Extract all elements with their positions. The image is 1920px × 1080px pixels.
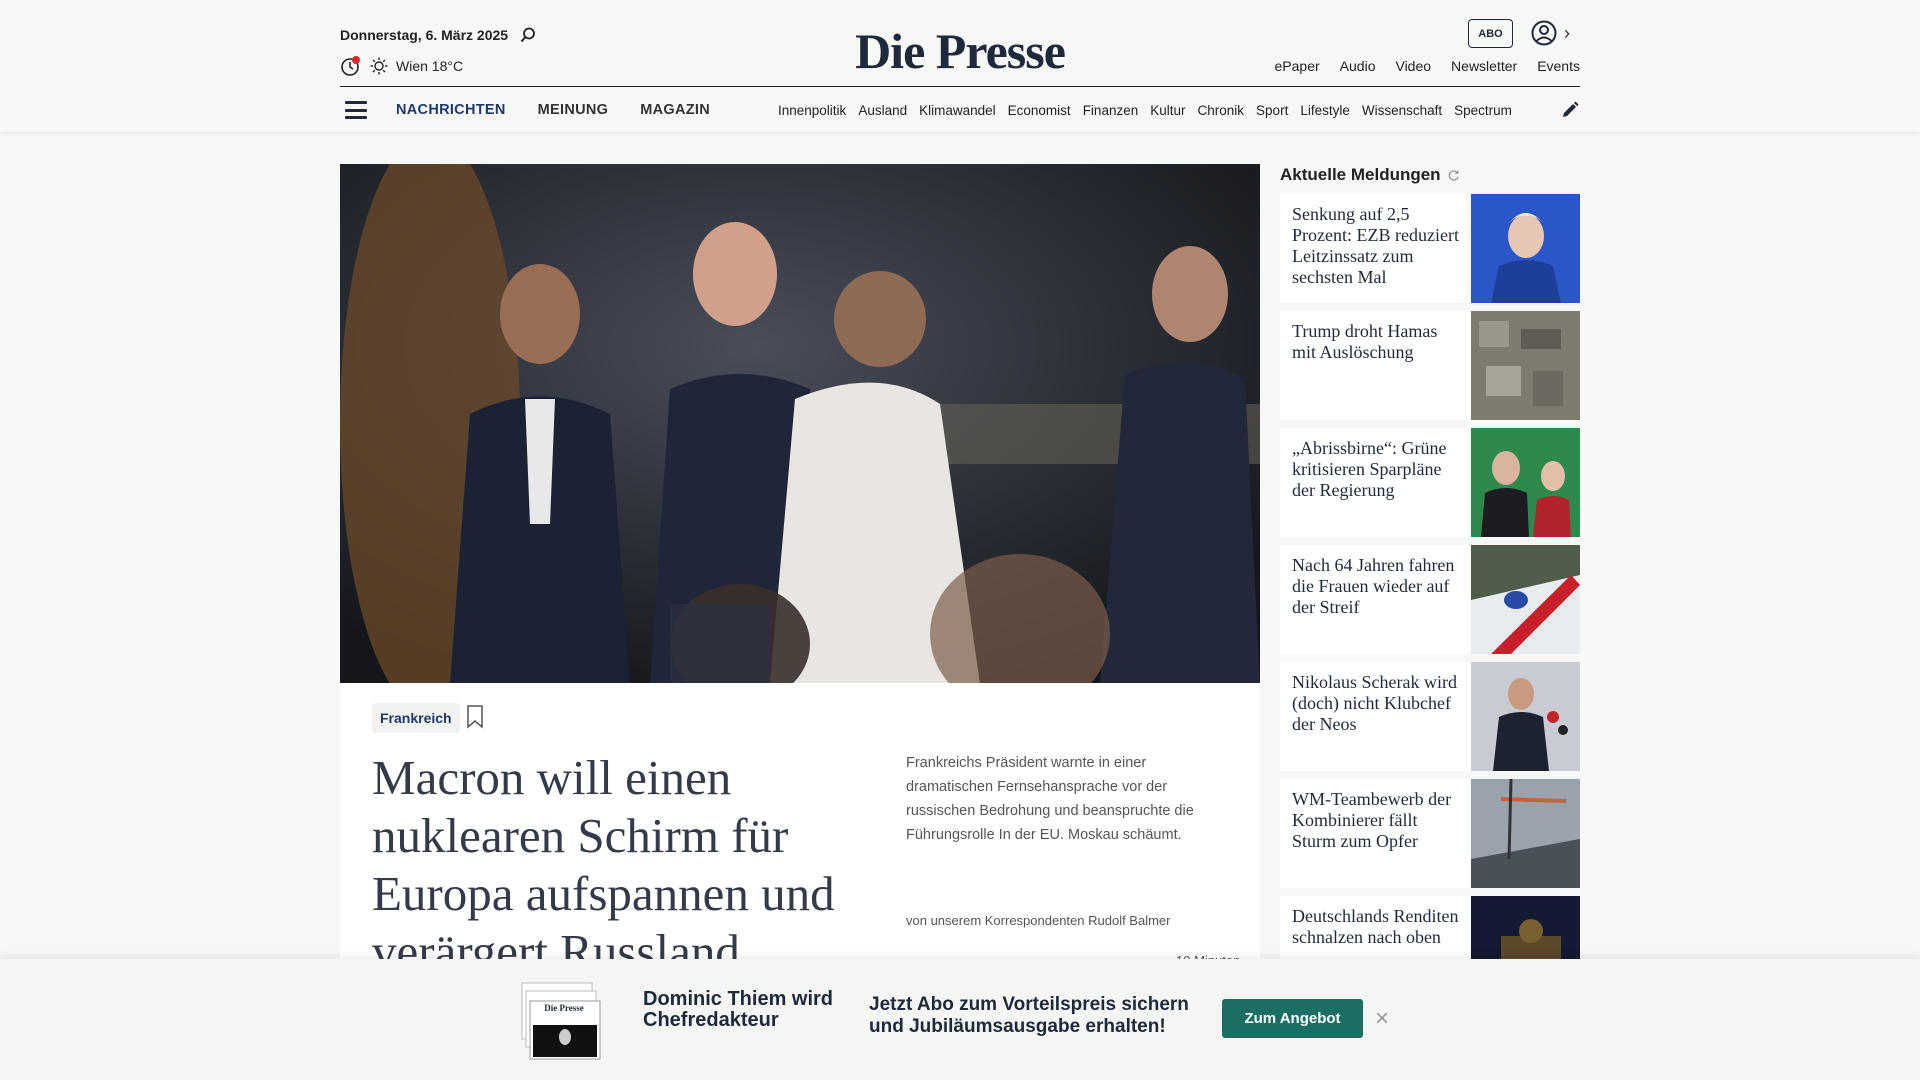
nav-magazin[interactable]: MAGAZIN xyxy=(640,102,710,118)
offer-button[interactable]: Zum Angebot xyxy=(1222,999,1363,1038)
hamburger-menu-icon[interactable] xyxy=(345,101,367,119)
utility-link-events[interactable]: Events xyxy=(1537,58,1580,74)
chevron-right-icon[interactable]: › xyxy=(1564,23,1576,43)
subnav-klimawandel[interactable]: Klimawandel xyxy=(919,103,996,118)
nav-divider xyxy=(340,86,1580,87)
close-icon[interactable]: × xyxy=(1372,1004,1392,1034)
news-item[interactable]: Nach 64 Jahren fahren die Frauen wieder … xyxy=(1280,545,1580,654)
news-item[interactable]: Trump droht Hamas mit Auslöschung xyxy=(1280,311,1580,420)
bookmark-icon[interactable] xyxy=(466,705,484,729)
news-item-title[interactable]: Trump droht Hamas mit Auslöschung xyxy=(1280,311,1471,420)
refresh-icon xyxy=(1448,169,1459,181)
news-item[interactable]: WM-Teambewerb der Kombinierer fällt Stur… xyxy=(1280,779,1580,888)
news-item-title[interactable]: Nikolaus Scherak wird (doch) nicht Klubc… xyxy=(1280,662,1471,771)
subnav-lifestyle[interactable]: Lifestyle xyxy=(1300,103,1350,118)
subscription-banner: Die Presse Dominic Thiem wird Chefredakt… xyxy=(0,959,1920,1080)
article-byline: von unserem Korrespondenten Rudolf Balme… xyxy=(906,913,1171,928)
news-item[interactable]: Nikolaus Scherak wird (doch) nicht Klubc… xyxy=(1280,662,1580,771)
sub-navigation: Innenpolitik Ausland Klimawandel Economi… xyxy=(778,92,1518,128)
news-item-thumbnail[interactable] xyxy=(1471,779,1580,888)
subnav-finanzen[interactable]: Finanzen xyxy=(1083,103,1139,118)
sidebar-title-text: Aktuelle Meldungen xyxy=(1280,165,1441,184)
promo-message: Jetzt Abo zum Vorteilspreis sichern und … xyxy=(869,994,1189,1037)
utility-link-newsletter[interactable]: Newsletter xyxy=(1451,58,1517,74)
news-item-title[interactable]: Nach 64 Jahren fahren die Frauen wieder … xyxy=(1280,545,1471,654)
sidebar-title: Aktuelle Meldungen xyxy=(1280,165,1460,185)
subnav-innenpolitik[interactable]: Innenpolitik xyxy=(778,103,846,118)
news-item-thumbnail[interactable] xyxy=(1471,194,1580,303)
news-item-thumbnail[interactable] xyxy=(1471,311,1580,420)
lead-article-image[interactable] xyxy=(340,164,1260,684)
utility-link-epaper[interactable]: ePaper xyxy=(1275,58,1320,74)
news-item-title[interactable]: WM-Teambewerb der Kombinierer fällt Stur… xyxy=(1280,779,1471,888)
utility-links: ePaper Audio Video Newsletter Events xyxy=(1275,58,1580,74)
utility-link-audio[interactable]: Audio xyxy=(1340,58,1376,74)
site-logo[interactable]: Die Presse xyxy=(0,22,1920,80)
subnav-spectrum[interactable]: Spectrum xyxy=(1454,103,1512,118)
main-navigation: NACHRICHTEN MEINUNG MAGAZIN Innenpolitik… xyxy=(340,92,1580,128)
news-item-thumbnail[interactable] xyxy=(1471,428,1580,537)
news-list: Senkung auf 2,5 Prozent: EZB reduziert L… xyxy=(1280,194,1580,1013)
utility-link-video[interactable]: Video xyxy=(1395,58,1431,74)
subnav-ausland[interactable]: Ausland xyxy=(858,103,907,118)
article-headline[interactable]: Macron will einen nuklearen Schirm für E… xyxy=(372,749,872,981)
article-teaser: Frankreichs Präsident warnte in einer dr… xyxy=(906,755,1194,843)
paper-masthead: Die Presse xyxy=(544,1003,584,1013)
section-tabs: NACHRICHTEN MEINUNG MAGAZIN xyxy=(396,102,710,118)
news-item[interactable]: Senkung auf 2,5 Prozent: EZB reduziert L… xyxy=(1280,194,1580,303)
nav-nachrichten[interactable]: NACHRICHTEN xyxy=(396,102,506,118)
news-item-thumbnail[interactable] xyxy=(1471,662,1580,771)
news-item[interactable]: „Abrissbirne“: Grüne kritisieren Sparplä… xyxy=(1280,428,1580,537)
subnav-kultur[interactable]: Kultur xyxy=(1150,103,1185,118)
subnav-chronik[interactable]: Chronik xyxy=(1198,103,1245,118)
article-category-tag[interactable]: Frankreich xyxy=(372,703,460,733)
news-item-title[interactable]: Senkung auf 2,5 Prozent: EZB reduziert L… xyxy=(1280,194,1471,303)
edit-pen-icon[interactable] xyxy=(1560,100,1580,120)
news-item-title[interactable]: „Abrissbirne“: Grüne kritisieren Sparplä… xyxy=(1280,428,1471,537)
subnav-wissenschaft[interactable]: Wissenschaft xyxy=(1362,103,1442,118)
promo-headline: Dominic Thiem wird Chefredakteur xyxy=(643,988,834,1031)
nav-meinung[interactable]: MEINUNG xyxy=(538,102,609,118)
news-item-thumbnail[interactable] xyxy=(1471,545,1580,654)
user-account-icon[interactable] xyxy=(1531,20,1557,46)
subnav-economist[interactable]: Economist xyxy=(1008,103,1071,118)
site-header: Donnerstag, 6. März 2025 Wien 18°C Die P… xyxy=(0,0,1920,132)
newspaper-stack-image: Die Presse xyxy=(521,982,601,1060)
lead-article: Frankreich Macron will einen nuklearen S… xyxy=(340,683,1260,1003)
abo-button[interactable]: ABO xyxy=(1468,19,1513,48)
subnav-sport[interactable]: Sport xyxy=(1256,103,1288,118)
